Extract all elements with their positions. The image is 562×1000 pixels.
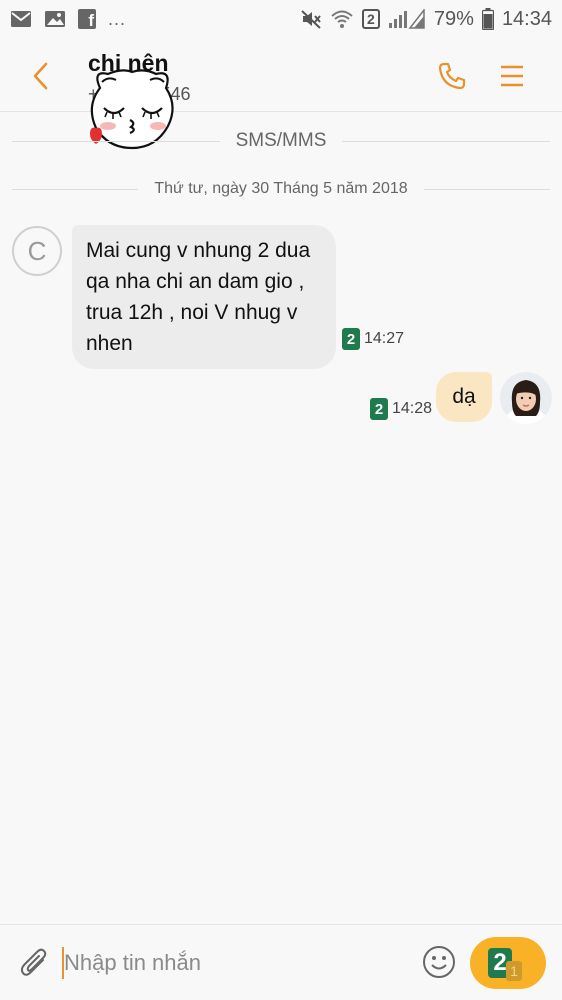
message-input[interactable] <box>64 943 404 983</box>
sim-icon: 2 <box>370 398 388 420</box>
back-button[interactable] <box>22 58 58 94</box>
sim-indicator: 2 <box>361 9 380 29</box>
message-time: 14:27 <box>364 330 405 347</box>
my-avatar[interactable] <box>500 372 552 424</box>
more-notifications-indicator: ... <box>108 8 127 29</box>
mail-icon <box>10 10 32 28</box>
message-composer: 2 1 <box>0 924 562 1000</box>
menu-button[interactable] <box>492 56 532 96</box>
conversation-header: chị nên +546 <box>0 38 562 150</box>
facebook-icon: f <box>78 9 96 29</box>
message-meta-incoming: 2 14:27 <box>342 328 404 350</box>
message-meta-outgoing: 2 14:28 <box>370 398 432 420</box>
wifi-icon <box>330 9 354 29</box>
status-notifications: f ... <box>10 9 126 30</box>
send-button[interactable]: 2 1 <box>470 937 546 989</box>
status-bar: f ... 2 79% 14:34 <box>0 0 562 38</box>
sender-avatar[interactable]: C <box>12 226 62 276</box>
back-icon <box>33 62 48 90</box>
date-label: Thứ tư, ngày 30 Tháng 5 năm 2018 <box>154 180 408 197</box>
channel-label: SMS/MMS <box>235 130 327 151</box>
message-bubble-outgoing[interactable]: dạ <box>436 372 492 422</box>
attach-button[interactable] <box>14 943 54 983</box>
channel-divider: SMS/MMS <box>12 130 550 152</box>
call-button[interactable] <box>432 56 472 96</box>
send-sim-secondary-icon: 1 <box>506 961 522 981</box>
signal-icon <box>388 9 426 29</box>
attach-icon <box>20 948 47 976</box>
battery-icon <box>481 8 494 30</box>
message-bubble-incoming[interactable]: Mai cung v nhung 2 dua qa nha chi an dam… <box>72 225 336 369</box>
clock: 14:34 <box>501 7 552 30</box>
image-icon <box>44 10 66 28</box>
message-time: 14:28 <box>392 400 433 417</box>
sim-icon: 2 <box>342 328 360 350</box>
menu-icon <box>501 65 523 87</box>
phone-icon <box>438 62 466 90</box>
mute-icon <box>300 9 322 29</box>
date-divider: Thứ tư, ngày 30 Tháng 5 năm 2018 <box>12 180 551 198</box>
battery-percent: 79% <box>433 7 474 30</box>
emoji-button[interactable] <box>420 943 458 981</box>
emoji-icon <box>423 946 455 978</box>
status-system: 2 79% 14:34 <box>300 8 552 31</box>
